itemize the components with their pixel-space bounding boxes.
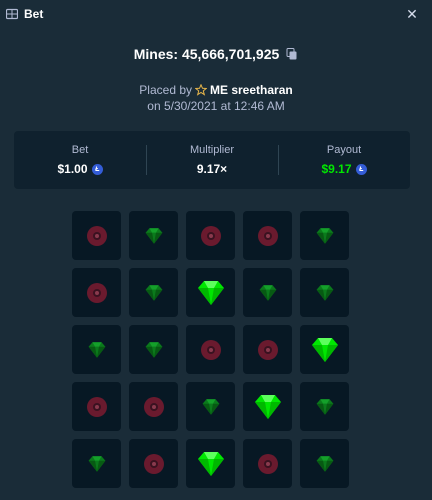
grid-tile bbox=[243, 439, 292, 488]
grid-tile bbox=[300, 268, 349, 317]
bet-value-wrap: $1.00 bbox=[57, 162, 103, 176]
grid-tile bbox=[186, 382, 235, 431]
bet-label: Bet bbox=[71, 144, 89, 156]
grid-tile bbox=[186, 325, 235, 374]
gem-icon bbox=[314, 225, 336, 247]
grid-tile bbox=[129, 382, 178, 431]
gem-icon bbox=[314, 396, 336, 418]
mines-label: Mines: 45,666,701,925 bbox=[133, 46, 280, 62]
mine-icon bbox=[86, 225, 108, 247]
grid-tile bbox=[72, 268, 121, 317]
grid-tile bbox=[186, 268, 235, 317]
grid-tile bbox=[72, 439, 121, 488]
payout-value-wrap: $9.17 bbox=[321, 162, 367, 176]
game-summary: Mines: 45,666,701,925 bbox=[0, 46, 432, 62]
grid-tile bbox=[243, 325, 292, 374]
grid-tile bbox=[186, 439, 235, 488]
copy-icon[interactable] bbox=[286, 48, 298, 60]
payout-label: Payout bbox=[326, 144, 362, 156]
litecoin-icon bbox=[91, 163, 103, 175]
mine-icon bbox=[143, 453, 165, 475]
mine-icon bbox=[200, 339, 222, 361]
gem-icon bbox=[194, 276, 228, 310]
mine-icon bbox=[143, 396, 165, 418]
bet-stat: Bet $1.00 bbox=[14, 131, 146, 189]
modal-header: Bet ✕ bbox=[0, 0, 432, 28]
gem-icon bbox=[143, 339, 165, 361]
mine-icon bbox=[86, 396, 108, 418]
grid-tile bbox=[243, 211, 292, 260]
bet-date: on 5/30/2021 at 12:46 AM bbox=[147, 99, 285, 113]
bet-ticket-icon bbox=[6, 8, 18, 20]
grid-tile bbox=[129, 211, 178, 260]
mine-icon bbox=[257, 339, 279, 361]
gem-icon bbox=[143, 282, 165, 304]
multiplier-label: Multiplier bbox=[189, 144, 234, 156]
gem-icon bbox=[86, 339, 108, 361]
mine-icon bbox=[257, 225, 279, 247]
close-icon[interactable]: ✕ bbox=[404, 6, 420, 22]
mine-icon bbox=[200, 225, 222, 247]
grid-tile bbox=[72, 382, 121, 431]
mines-grid bbox=[72, 211, 349, 488]
grid-tile bbox=[129, 268, 178, 317]
grid-tile bbox=[300, 382, 349, 431]
gem-icon bbox=[314, 282, 336, 304]
payout-value: $9.17 bbox=[321, 162, 352, 176]
grid-tile bbox=[243, 382, 292, 431]
gem-icon bbox=[251, 390, 285, 424]
bet-stats-panel: Bet $1.00 Multiplier 9.17× Payout $9.17 bbox=[14, 131, 410, 189]
grid-tile bbox=[129, 439, 178, 488]
gem-icon bbox=[308, 333, 342, 367]
grid-tile bbox=[72, 211, 121, 260]
mine-icon bbox=[257, 453, 279, 475]
multiplier-stat: Multiplier 9.17× bbox=[146, 131, 278, 189]
gem-icon bbox=[314, 453, 336, 475]
placed-by: Placed by ME sreetharan bbox=[0, 83, 432, 97]
grid-tile bbox=[300, 439, 349, 488]
grid-tile bbox=[300, 325, 349, 374]
gem-icon bbox=[194, 447, 228, 481]
litecoin-icon bbox=[355, 163, 367, 175]
grid-tile bbox=[243, 268, 292, 317]
username-link[interactable]: ME sreetharan bbox=[210, 83, 293, 97]
modal-title: Bet bbox=[24, 7, 44, 21]
gem-icon bbox=[200, 396, 222, 418]
payout-stat: Payout $9.17 bbox=[278, 131, 410, 189]
grid-tile bbox=[129, 325, 178, 374]
gem-icon bbox=[257, 282, 279, 304]
grid-tile bbox=[186, 211, 235, 260]
mine-icon bbox=[86, 282, 108, 304]
multiplier-value: 9.17× bbox=[196, 162, 228, 176]
placed-by-prefix: Placed by bbox=[139, 83, 192, 97]
grid-tile bbox=[300, 211, 349, 260]
gem-icon bbox=[143, 225, 165, 247]
bet-value: $1.00 bbox=[57, 162, 88, 176]
grid-tile bbox=[72, 325, 121, 374]
gem-icon bbox=[86, 453, 108, 475]
star-icon bbox=[195, 84, 207, 96]
